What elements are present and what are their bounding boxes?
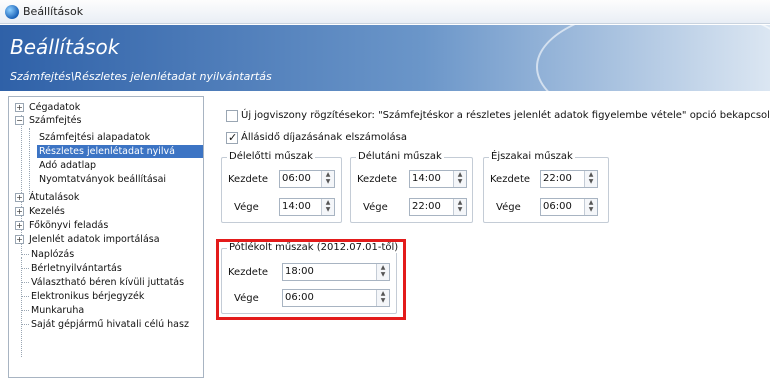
afternoon-end-label: Vége [363, 202, 388, 213]
tree-item-elektronikus-berjegyzek[interactable]: Elektronikus bérjegyzék [31, 290, 144, 303]
tree-item-label: Cégadatok [29, 102, 81, 113]
standby-fee-checkbox[interactable] [226, 131, 238, 144]
tree-line [21, 268, 29, 269]
tree-item-label: Főkönyvi feladás [29, 220, 109, 231]
morning-end-label: Vége [234, 202, 259, 213]
highlight-box [216, 239, 406, 320]
tree-item-naplozas[interactable]: Naplózás [31, 248, 74, 261]
tree-item-sajat-gepjarmu[interactable]: Saját gépjármű hivatali célú hasz [31, 318, 189, 331]
tree-item-nyomtatvanyok[interactable]: Nyomtatványok beállításai [39, 173, 166, 186]
tree-line [21, 282, 29, 283]
afternoon-end-spinner[interactable]: 22:00 ▲ ▼ [409, 198, 467, 216]
tree-item-label: Elektronikus bérjegyzék [31, 291, 145, 302]
spinner-arrows-icon[interactable]: ▲ ▼ [321, 171, 334, 187]
tree-item-label: Választható béren kívüli juttatás [31, 277, 185, 288]
settings-content: Új jogviszony rögzítésekor: "Számfejtésk… [207, 96, 770, 378]
window-title: Beállítások [23, 5, 84, 18]
breadcrumb: Számfejtés\Részletes jelenlétadat nyilvá… [10, 70, 272, 83]
tree-item-ado-adatlap[interactable]: Adó adatlap [39, 159, 96, 172]
night-start-spinner[interactable]: 22:00 ▲ ▼ [540, 170, 598, 188]
morning-shift-title: Délelőtti műszak [227, 151, 315, 162]
tree-item-label: Részletes jelenlétadat nyilvá [39, 146, 175, 157]
collapse-icon[interactable]: − [15, 116, 24, 125]
night-start-label: Kezdete [490, 174, 531, 185]
tree-item-label: Bérletnyilvántartás [31, 263, 122, 274]
tree-line [21, 324, 29, 325]
page-title: Beállítások [10, 35, 120, 59]
afternoon-start-label: Kezdete [357, 174, 398, 185]
night-end-label: Vége [496, 202, 521, 213]
tree-item-label: Jelenlét adatok importálása [29, 234, 160, 245]
afternoon-shift-title: Délutáni műszak [356, 151, 444, 162]
settings-tree[interactable]: + Cégadatok − Számfejtés Számfejtési ala… [8, 96, 204, 378]
morning-start-value: 06:00 [282, 173, 311, 184]
window-titlebar: Beállítások [0, 0, 770, 24]
night-start-value: 22:00 [543, 173, 572, 184]
tree-item-label: Adó adatlap [39, 160, 97, 171]
tree-item-label: Naplózás [31, 249, 75, 260]
tree-item-label: Saját gépjármű hivatali célú hasz [31, 319, 189, 330]
tree-item-label: Nyomtatványok beállításai [39, 174, 167, 185]
morning-end-spinner[interactable]: 14:00 ▲ ▼ [279, 198, 335, 216]
afternoon-shift-group: Délutáni műszak Kezdete 14:00 ▲ ▼ Vége 22… [350, 151, 473, 223]
spinner-arrows-icon[interactable]: ▲ ▼ [453, 171, 466, 187]
new-employment-checkbox[interactable] [226, 110, 238, 122]
morning-start-label: Kezdete [228, 174, 269, 185]
night-end-spinner[interactable]: 06:00 ▲ ▼ [540, 198, 598, 216]
afternoon-start-spinner[interactable]: 14:00 ▲ ▼ [409, 170, 467, 188]
spinner-arrows-icon[interactable]: ▲ ▼ [584, 171, 597, 187]
new-employment-label: Új jogviszony rögzítésekor: "Számfejtésk… [241, 110, 770, 121]
tree-item-label: Munkaruha [31, 305, 85, 316]
standby-fee-label: Állásidő díjazásának elszámolása [241, 132, 407, 143]
morning-start-spinner[interactable]: 06:00 ▲ ▼ [279, 170, 335, 188]
tree-item-label: Kezelés [29, 206, 65, 217]
tree-item-label: Átutalások [29, 192, 80, 203]
tree-line [21, 254, 29, 255]
night-shift-title: Éjszakai műszak [489, 151, 575, 162]
expand-icon[interactable]: + [15, 193, 24, 202]
night-end-value: 06:00 [543, 201, 572, 212]
spinner-arrows-icon[interactable]: ▲ ▼ [584, 199, 597, 215]
header-banner: Beállítások Számfejtés\Részletes jelenlé… [0, 25, 770, 91]
tree-line [21, 257, 22, 357]
night-shift-group: Éjszakai műszak Kezdete 22:00 ▲ ▼ Vége 06… [483, 151, 609, 223]
expand-icon[interactable]: + [15, 235, 24, 244]
tree-line [21, 115, 22, 255]
tree-item-label: Számfejtési alapadatok [39, 132, 151, 143]
app-icon [5, 5, 19, 19]
expand-icon[interactable]: + [15, 207, 24, 216]
spinner-arrows-icon[interactable]: ▲ ▼ [453, 199, 466, 215]
tree-item-reszletes-jelenletadat[interactable]: Részletes jelenlétadat nyilvá [37, 145, 203, 158]
tree-line [21, 296, 29, 297]
tree-line [29, 128, 30, 194]
expand-icon[interactable]: + [15, 221, 24, 230]
tree-item-label: Számfejtés [29, 115, 82, 126]
tree-item-berletnyilvantartas[interactable]: Bérletnyilvántartás [31, 262, 122, 275]
tree-item-berenkivuli-juttatas[interactable]: Választható béren kívüli juttatás [31, 276, 184, 289]
morning-shift-group: Délelőtti műszak Kezdete 06:00 ▲ ▼ Vége 1… [221, 151, 342, 223]
afternoon-end-value: 22:00 [412, 201, 441, 212]
expand-icon[interactable]: + [15, 103, 24, 112]
spinner-arrows-icon[interactable]: ▲ ▼ [321, 199, 334, 215]
tree-item-szamfejtesi-alapadatok[interactable]: Számfejtési alapadatok [39, 131, 150, 144]
tree-item-munkaruha[interactable]: Munkaruha [31, 304, 84, 317]
afternoon-start-value: 14:00 [412, 173, 441, 184]
morning-end-value: 14:00 [282, 201, 311, 212]
tree-line [21, 310, 29, 311]
